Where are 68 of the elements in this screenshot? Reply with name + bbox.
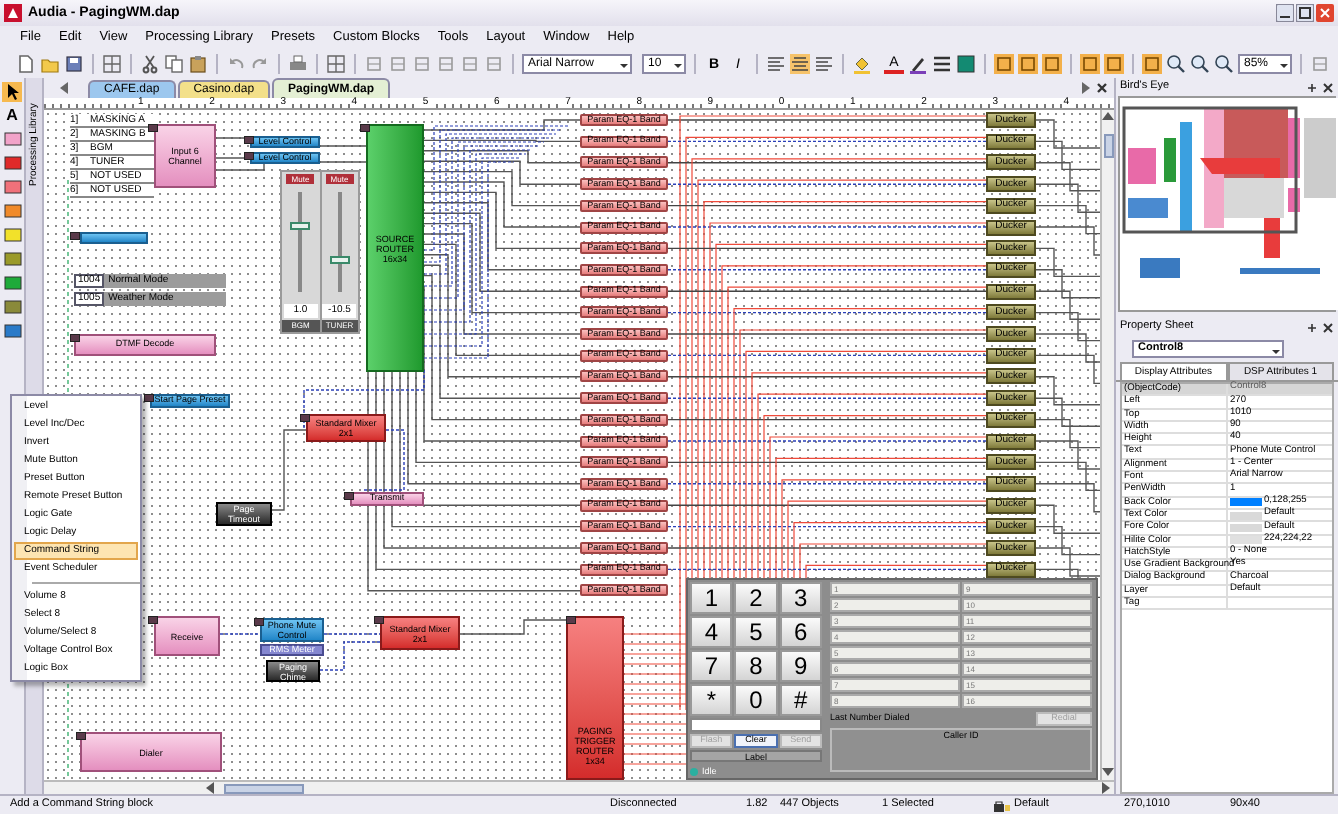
- new-document-icon[interactable]: [16, 54, 36, 74]
- block-tag-icon: [300, 414, 310, 422]
- zoom-icon[interactable]: [1190, 54, 1210, 74]
- keypad-key[interactable]: 6: [779, 616, 822, 648]
- save-icon[interactable]: [64, 54, 84, 74]
- keypad-key[interactable]: 2: [734, 582, 778, 614]
- lock-icon: [994, 799, 1010, 811]
- pointer-icon[interactable]: [2, 82, 22, 102]
- block-tag-icon: [76, 732, 86, 740]
- fader-thumb[interactable]: [290, 221, 311, 230]
- undo-icon[interactable]: [226, 54, 246, 74]
- block-tag-icon: [566, 616, 576, 624]
- block-tag-icon: [144, 394, 154, 402]
- scroll-thumb[interactable]: [224, 783, 304, 793]
- block-tag-icon: [148, 124, 158, 132]
- dropdown-caret-icon: [618, 58, 630, 70]
- pin-icon[interactable]: [1306, 321, 1318, 333]
- block-tag-icon: [374, 616, 384, 624]
- close-icon[interactable]: [1096, 82, 1108, 94]
- vertical-scrollbar[interactable]: [1100, 110, 1114, 780]
- keypad-key[interactable]: 7: [690, 650, 733, 682]
- keypad-key[interactable]: #: [779, 684, 822, 716]
- status-led-icon: [690, 767, 698, 776]
- number-field[interactable]: [690, 718, 822, 731]
- keypad-key[interactable]: 1: [690, 582, 733, 614]
- clipboard-icon[interactable]: [188, 54, 208, 74]
- keypad-key[interactable]: 8: [734, 650, 778, 682]
- zoom-icon[interactable]: [1214, 54, 1234, 74]
- block-tag-icon: [344, 492, 354, 500]
- line-style-icon[interactable]: [932, 54, 952, 74]
- keypad-key[interactable]: 0: [734, 684, 778, 716]
- dropdown-caret-icon: [672, 58, 684, 70]
- block-tag-icon: [148, 616, 158, 624]
- scroll-right-icon[interactable]: [1080, 82, 1090, 94]
- pin-icon[interactable]: [1306, 81, 1318, 93]
- keypad-key[interactable]: 4: [690, 616, 733, 648]
- maximize-icon[interactable]: [1296, 4, 1314, 22]
- keypad-key[interactable]: 9: [779, 650, 822, 682]
- block-tag-icon: [70, 232, 80, 240]
- scroll-left-icon[interactable]: [60, 82, 70, 94]
- close-icon[interactable]: [1322, 81, 1334, 93]
- minimize-icon[interactable]: [1276, 4, 1294, 22]
- block-tag-icon: [360, 124, 370, 132]
- control-block[interactable]: [80, 232, 148, 244]
- align-icon[interactable]: [790, 54, 810, 74]
- app-logo-icon: [4, 4, 22, 22]
- grid-icon[interactable]: [326, 54, 346, 74]
- align-icon[interactable]: [766, 54, 786, 74]
- dropdown-caret-icon: [1278, 58, 1290, 70]
- pen-icon[interactable]: [908, 54, 928, 74]
- align-icon[interactable]: [814, 54, 834, 74]
- color-swatch-icon[interactable]: [956, 54, 976, 74]
- horizontal-scrollbar[interactable]: [44, 780, 1114, 794]
- scroll-thumb[interactable]: [1103, 134, 1113, 158]
- close-icon[interactable]: [1322, 321, 1334, 333]
- text-tool[interactable]: A: [6, 108, 18, 124]
- grid-icon[interactable]: [102, 54, 122, 74]
- keypad-key[interactable]: 3: [779, 582, 822, 614]
- block-tag-icon: [70, 334, 80, 342]
- block-tag-icon: [254, 618, 264, 626]
- zoom-icon[interactable]: [1166, 54, 1186, 74]
- printer-icon[interactable]: [288, 54, 308, 74]
- fader-thumb[interactable]: [329, 256, 350, 265]
- copy-icon[interactable]: [164, 54, 184, 74]
- keypad-key[interactable]: 5: [734, 616, 778, 648]
- redo-icon[interactable]: [250, 54, 270, 74]
- scissors-icon[interactable]: [140, 54, 160, 74]
- keypad-key[interactable]: *: [690, 684, 733, 716]
